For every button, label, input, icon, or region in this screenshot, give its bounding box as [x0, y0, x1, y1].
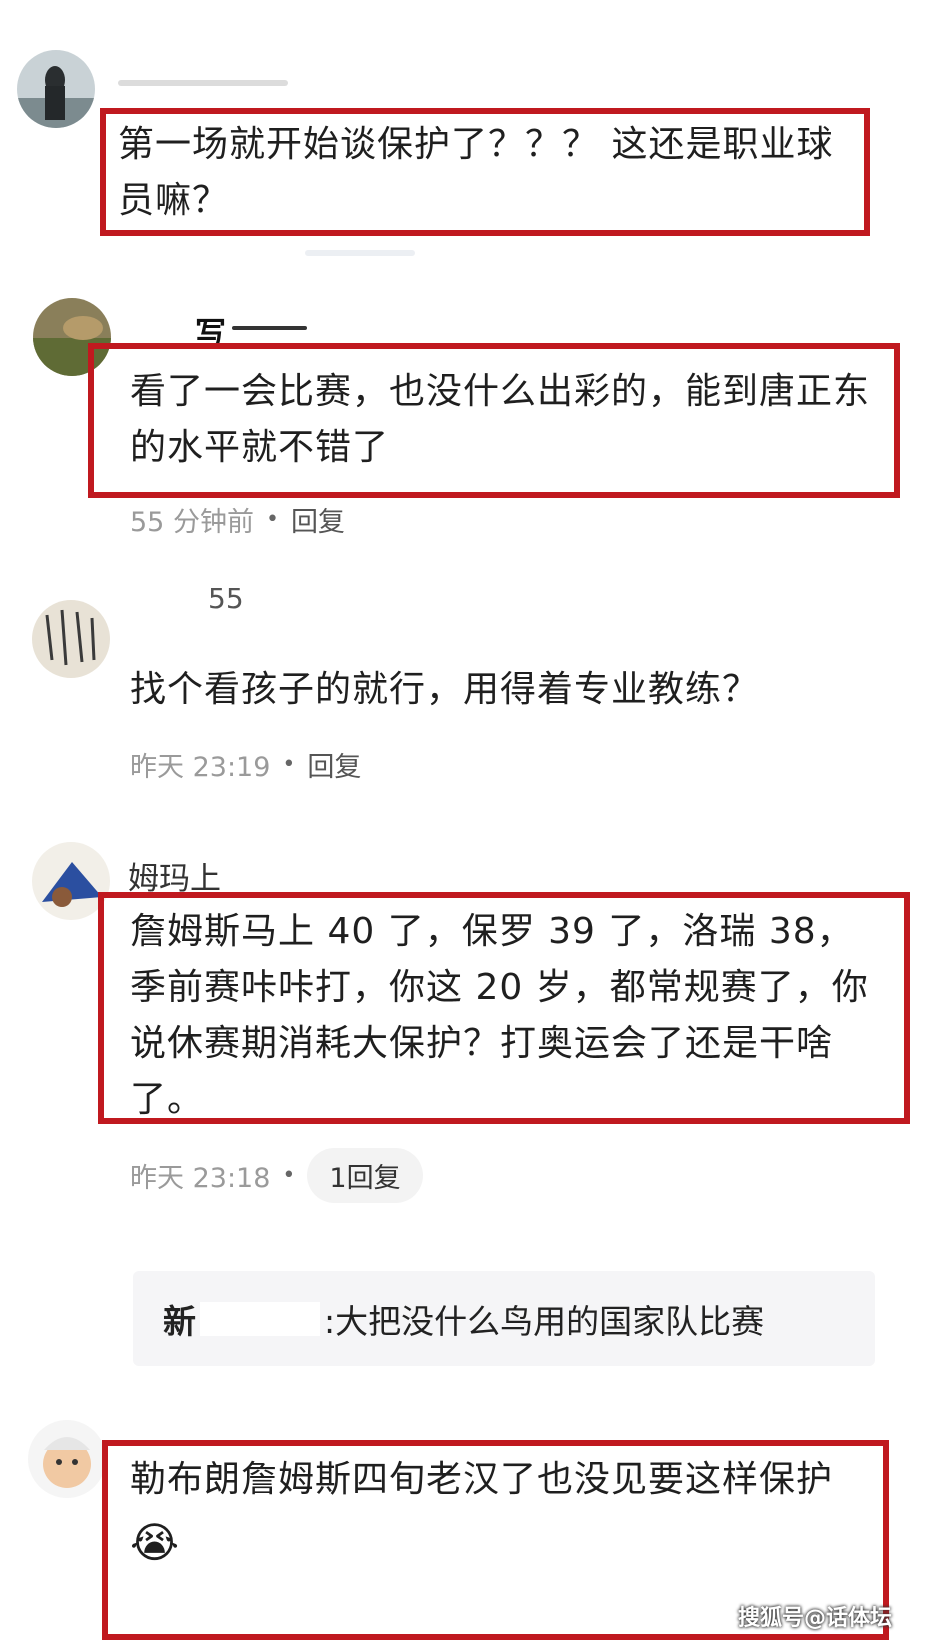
- separator: •: [282, 752, 296, 777]
- comment-text: 第一场就开始谈保护了？？？ 这还是职业球员嘛？: [118, 124, 834, 221]
- divider: [305, 250, 415, 256]
- watermark: 搜狐号@话体坛: [737, 1606, 892, 1631]
- comment-text: 詹姆斯马上 40 了，保罗 39 了，洛瑞 38，季前赛咔咔打，你这 20 岁，…: [130, 911, 869, 1120]
- reply-author: 新: [163, 1301, 196, 1341]
- comment-meta: 昨天 23:19 • 回复: [130, 745, 361, 784]
- comment-meta: 55 分钟前 • 回复: [130, 500, 345, 539]
- reply-button[interactable]: 回复: [291, 500, 345, 539]
- avatar[interactable]: [17, 50, 95, 128]
- timestamp: 昨天 23:19: [130, 752, 271, 783]
- timestamp: 55 分钟前: [130, 507, 254, 538]
- avatar[interactable]: [32, 600, 110, 678]
- comment-text: 看了一会比赛，也没什么出彩的，能到唐正东的水平就不错了: [130, 371, 871, 468]
- crying-emoji: 😭: [130, 1518, 180, 1567]
- timestamp: 昨天 23:18: [130, 1163, 271, 1194]
- username[interactable]: 55: [208, 582, 244, 615]
- blurred-username: [118, 80, 288, 86]
- separator: •: [265, 507, 279, 532]
- comment-text: 勒布朗詹姆斯四旬老汉了也没见要这样保护: [130, 1459, 834, 1500]
- comment-text: 找个看孩子的就行，用得着专业教练？: [130, 669, 760, 710]
- view-replies-button[interactable]: 1回复: [307, 1148, 423, 1203]
- avatar[interactable]: [28, 1420, 106, 1498]
- reply-preview[interactable]: 新 :大把没什么鸟用的国家队比赛: [133, 1271, 875, 1366]
- separator: •: [282, 1163, 296, 1188]
- reply-text: :大把没什么鸟用的国家队比赛: [324, 1301, 765, 1341]
- blurred-username: [232, 326, 307, 330]
- reply-button[interactable]: 回复: [307, 745, 361, 784]
- redacted-name: [200, 1301, 320, 1336]
- comment-meta: 昨天 23:18 • 1回复: [130, 1148, 423, 1203]
